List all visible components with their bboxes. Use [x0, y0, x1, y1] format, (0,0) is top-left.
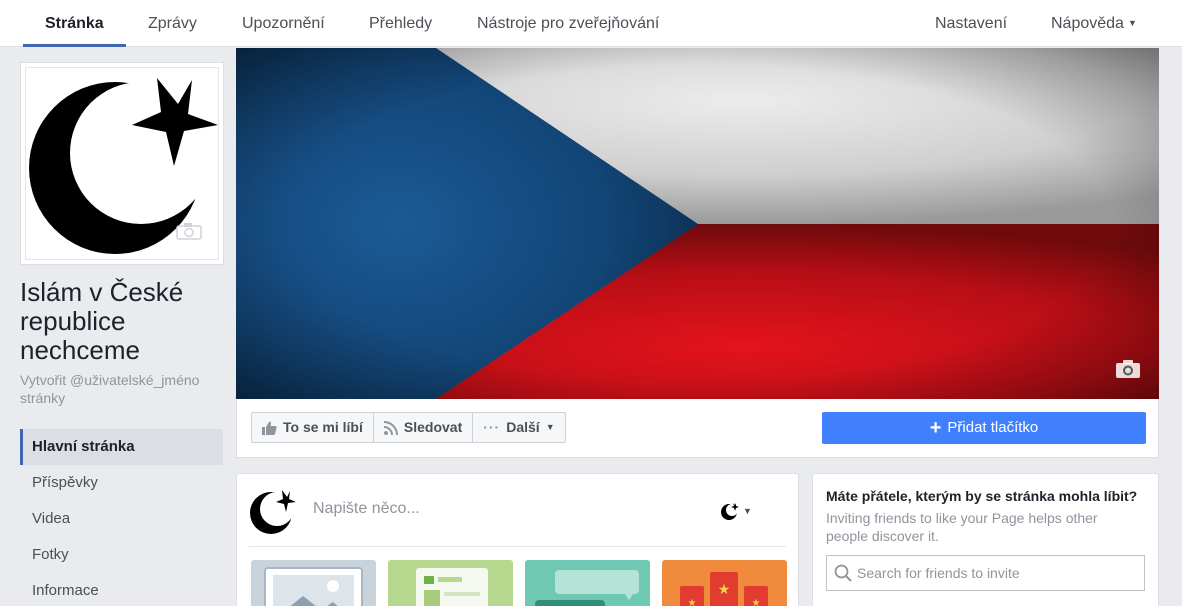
photo-icon: [264, 567, 363, 606]
invite-title: Máte přátele, kterým by se stránka mohla…: [826, 488, 1138, 504]
profile-picture-frame: [25, 67, 219, 260]
caret-down-icon: ▼: [545, 422, 555, 432]
page-avatar: [249, 488, 297, 536]
flags-icon: ★ ★ ★: [680, 572, 768, 606]
left-sidebar-nav: Hlavní stránka Příspěvky Videa Fotky Inf…: [20, 429, 223, 606]
sidebar-item-posts[interactable]: Příspěvky: [20, 465, 223, 501]
czech-flag-image: [236, 48, 1159, 399]
plus-icon: +: [929, 417, 942, 439]
create-username-link[interactable]: Vytvořit @uživatelské_jméno stránky: [20, 371, 230, 407]
invite-search-input[interactable]: [857, 556, 1137, 590]
ellipsis-icon: ···: [483, 419, 501, 435]
photo-option-tile[interactable]: [251, 560, 376, 606]
cover-camera-icon[interactable]: [1115, 359, 1141, 379]
svg-text:★: ★: [688, 598, 697, 606]
page-top-nav: Stránka Zprávy Upozornění Přehledy Nástr…: [0, 0, 1182, 47]
sidebar-item-photos[interactable]: Fotky: [20, 537, 223, 573]
offer-option-tile[interactable]: [388, 560, 513, 606]
svg-text:★: ★: [718, 582, 731, 598]
tab-messages[interactable]: Zprávy: [126, 0, 219, 47]
sidebar-item-home[interactable]: Hlavní stránka: [20, 429, 223, 465]
profile-picture[interactable]: [20, 62, 224, 265]
add-button-cta[interactable]: + Přidat tlačítko: [822, 412, 1146, 444]
rss-icon: [383, 420, 398, 435]
chat-bubbles-icon: [535, 570, 639, 606]
post-composer: Napište něco... ▼ ★ ★ ★: [236, 473, 799, 606]
milestone-option-tile[interactable]: ★ ★ ★: [662, 560, 787, 606]
follow-label: Sledovat: [403, 419, 463, 435]
camera-icon[interactable]: [176, 222, 202, 245]
thumbs-up-icon: [262, 421, 277, 435]
tab-page[interactable]: Stránka: [23, 0, 126, 47]
more-label: Další: [506, 419, 540, 435]
tab-settings[interactable]: Nastavení: [913, 0, 1029, 47]
like-button[interactable]: To se mi líbí: [252, 413, 374, 442]
svg-text:★: ★: [752, 598, 761, 606]
composer-input[interactable]: Napište něco...: [313, 500, 420, 518]
invite-description: Inviting friends to like your Page helps…: [826, 510, 1098, 544]
tab-help[interactable]: Nápověda ▼: [1029, 0, 1159, 47]
search-icon: [834, 564, 852, 582]
composer-divider: [249, 546, 786, 547]
page-title[interactable]: Islám v České republice nechceme: [20, 278, 225, 365]
caret-down-icon: ▼: [1127, 18, 1137, 29]
tab-insights[interactable]: Přehledy: [347, 0, 454, 47]
follow-button[interactable]: Sledovat: [374, 413, 474, 442]
invite-search-field[interactable]: [826, 555, 1145, 591]
post-as-selector[interactable]: ▼: [721, 502, 752, 520]
tab-notifications[interactable]: Upozornění: [220, 0, 347, 47]
sidebar-item-videos[interactable]: Videa: [20, 501, 223, 537]
sidebar-item-about[interactable]: Informace: [20, 573, 223, 606]
caret-down-icon: ▼: [743, 506, 752, 516]
help-label: Nápověda: [1051, 15, 1124, 32]
more-button[interactable]: ··· Další ▼: [473, 413, 564, 442]
tab-publishing-tools[interactable]: Nástroje pro zveřejňování: [455, 0, 681, 47]
crescent-star-icon: [250, 490, 296, 534]
page-action-bar: To se mi líbí Sledovat ··· Další ▼ + Přid…: [236, 399, 1159, 458]
crescent-star-icon: [721, 503, 739, 520]
document-icon: [416, 568, 488, 606]
event-option-tile[interactable]: [525, 560, 650, 606]
page-actions-group: To se mi líbí Sledovat ··· Další ▼: [251, 412, 566, 443]
invite-friends-box: Máte přátele, kterým by se stránka mohla…: [812, 473, 1159, 606]
cover-photo[interactable]: [236, 48, 1159, 399]
add-button-label: Přidat tlačítko: [947, 419, 1039, 436]
like-label: To se mi líbí: [283, 419, 363, 435]
